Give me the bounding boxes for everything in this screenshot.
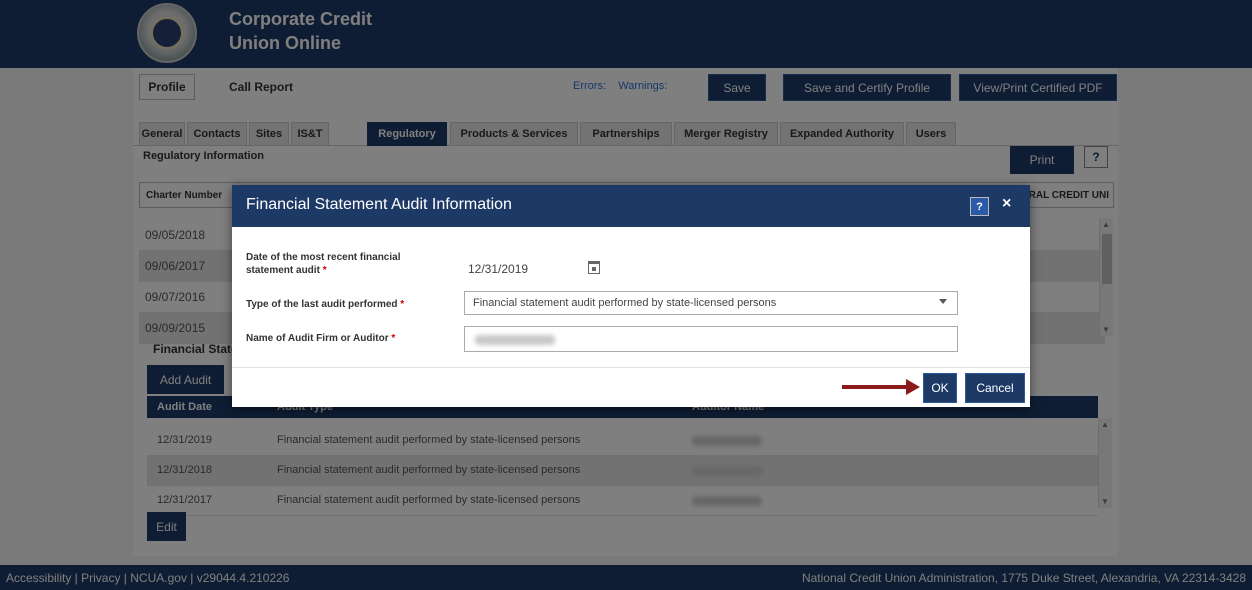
chevron-down-icon	[939, 299, 947, 304]
audit-date-label-line1: Date of the most recent financial	[246, 252, 401, 263]
close-icon[interactable]: ×	[1002, 195, 1011, 213]
audit-date-label: Date of the most recent financial statem…	[246, 251, 400, 277]
audit-date-field[interactable]: 12/31/2019	[464, 257, 607, 281]
dialog-title: Financial Statement Audit Information	[246, 196, 512, 213]
dialog-header: Financial Statement Audit Information ? …	[232, 185, 1030, 227]
audit-date-label-line2: statement audit	[246, 265, 320, 276]
red-arrow-annotation-icon	[842, 379, 920, 395]
audit-info-dialog: Financial Statement Audit Information ? …	[232, 185, 1030, 407]
cancel-button[interactable]: Cancel	[965, 373, 1025, 403]
audit-type-label-text: Type of the last audit performed	[246, 299, 398, 310]
audit-type-label: Type of the last audit performed *	[246, 298, 404, 311]
required-marker: *	[322, 265, 327, 276]
ok-button[interactable]: OK	[923, 373, 957, 403]
auditor-name-redacted	[475, 335, 555, 345]
auditor-name-field[interactable]	[464, 326, 958, 352]
required-marker: *	[391, 333, 396, 344]
audit-type-select[interactable]: Financial statement audit performed by s…	[464, 291, 958, 315]
required-marker: *	[400, 299, 405, 310]
dialog-help-button[interactable]: ?	[970, 197, 989, 216]
calendar-icon[interactable]	[588, 261, 600, 274]
auditor-name-label-text: Name of Audit Firm or Auditor	[246, 333, 389, 344]
dialog-divider	[232, 367, 1030, 368]
auditor-name-label: Name of Audit Firm or Auditor *	[246, 332, 395, 345]
audit-type-selected: Financial statement audit performed by s…	[473, 297, 777, 309]
